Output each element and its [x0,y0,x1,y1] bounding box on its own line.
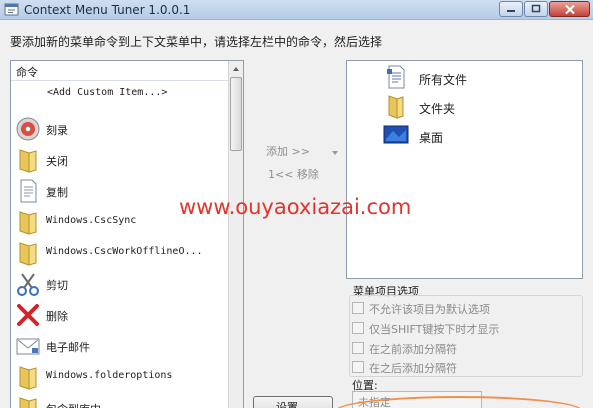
email-icon [16,338,40,355]
command-label: Windows.folderoptions [46,370,173,381]
command-label: 包含到库中 [46,401,101,408]
target-label: 文件夹 [419,102,456,116]
command-label: 关闭 [46,155,68,168]
folder-icon [19,242,37,266]
checkbox[interactable] [352,322,364,334]
add-dropdown-arrow-icon[interactable] [331,148,339,158]
maximize-icon [531,4,541,13]
folder-icon [19,149,37,173]
disc-icon [16,117,40,141]
option-shift-only[interactable]: 仅当SHIFT键按下时才显示 [352,319,572,337]
option-label: 仅当SHIFT键按下时才显示 [369,323,500,336]
target-item-desktop[interactable]: 桌面 [383,121,573,149]
target-item-folder[interactable]: 文件夹 [383,92,573,120]
minimize-button[interactable] [499,1,523,17]
command-item[interactable]: 剪切 [11,268,229,298]
file-icon [387,65,405,89]
command-item[interactable]: 包含到库中 [11,392,229,408]
command-column-header[interactable]: 命令 [11,61,229,81]
command-label: Windows.CscSync [46,215,137,226]
folder-icon [19,211,37,235]
command-item[interactable]: 电子邮件 [11,330,229,360]
document-icon [20,179,37,203]
target-item-all-files[interactable]: 所有文件 [383,63,573,91]
command-item[interactable]: 刻录 [11,113,229,143]
command-label: 剪切 [46,279,68,292]
folder-icon [19,397,37,408]
scroll-up-icon[interactable] [231,64,241,74]
command-label: 刻录 [46,124,68,137]
app-icon [4,3,19,16]
option-label: 在之后添加分隔符 [369,362,457,375]
checkbox[interactable] [352,342,364,354]
maximize-button[interactable] [524,1,548,17]
close-icon [564,4,575,15]
minimize-icon [507,10,515,12]
option-separator-before[interactable]: 在之前添加分隔符 [352,339,572,357]
settings-button[interactable]: 设置... [253,396,333,408]
main-window: Context Menu Tuner 1.0.0.1 要添加新的菜单命令到上下文… [0,0,593,408]
title-bar: Context Menu Tuner 1.0.0.1 [0,0,593,20]
target-label: 所有文件 [419,73,468,87]
folder-icon [388,95,404,119]
add-button[interactable]: 添加 >> [266,143,310,163]
watermark: www.ouyaoxiazai.com [179,195,412,219]
instruction-text: 要添加新的菜单命令到上下文菜单中，请选择左栏中的命令，然后选择 [10,35,383,49]
close-button[interactable] [549,1,590,17]
command-item[interactable]: Windows.folderoptions [11,361,229,391]
command-item[interactable]: 关闭 [11,144,229,174]
option-label: 在之前添加分隔符 [369,343,457,356]
command-item[interactable]: Windows.CscWorkOfflineO... [11,237,229,267]
command-label: 删除 [46,310,68,323]
option-no-default[interactable]: 不允许该项目为默认选项 [352,299,572,317]
checkbox[interactable] [352,302,364,314]
command-item[interactable]: <Add Custom Item...> [11,82,229,112]
checkbox[interactable] [352,361,364,373]
command-label: Windows.CscWorkOfflineO... [46,246,203,257]
target-tree: 所有文件 文件夹 桌面 [346,60,583,279]
command-label: <Add Custom Item...> [47,87,168,98]
command-list-scrollbar[interactable] [228,61,243,408]
option-separator-after[interactable]: 在之后添加分隔符 [352,358,572,376]
window-title: Context Menu Tuner 1.0.0.1 [24,3,191,17]
delete-x-icon [17,304,39,326]
target-label: 桌面 [419,131,444,145]
command-label: 复制 [46,186,68,199]
command-list-panel: 命令 <Add Custom Item...> 刻录关闭复制 Windows.Csc… [10,60,244,408]
command-label: 电子邮件 [46,341,90,354]
command-list: <Add Custom Item...> 刻录关闭复制 Windows.CscSyn… [11,82,229,408]
scroll-thumb[interactable] [230,77,242,151]
option-label: 不允许该项目为默认选项 [369,303,490,316]
remove-button[interactable]: 1<< 移除 [268,166,319,186]
folder-icon [19,366,37,390]
scissors-icon [17,273,39,296]
desktop-icon [383,125,409,144]
command-item[interactable]: 删除 [11,299,229,329]
